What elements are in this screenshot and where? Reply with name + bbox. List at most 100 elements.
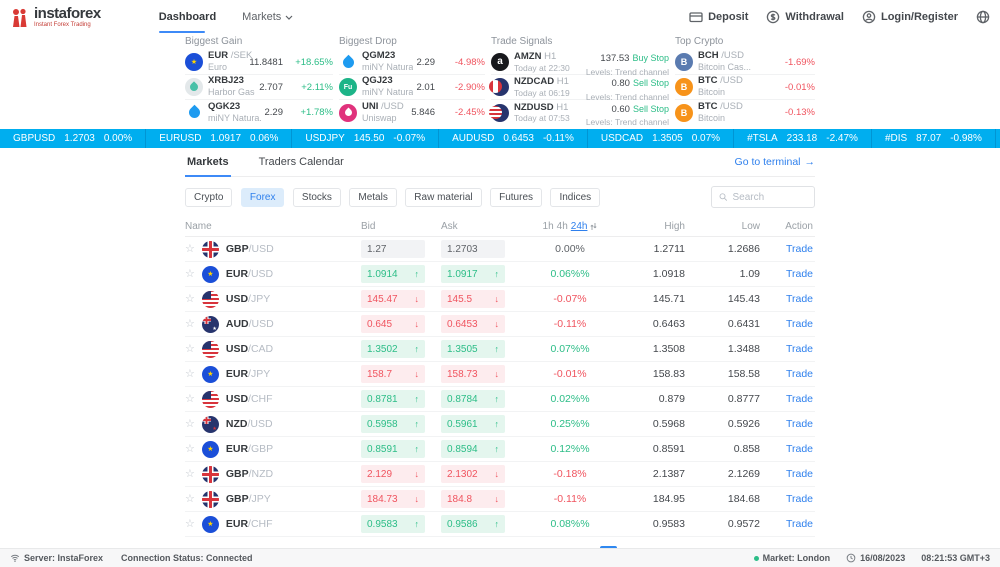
drop-item[interactable]: UNI /USD Uniswap 5.846 -2.45% — [339, 100, 485, 125]
trade-link[interactable]: Trade — [786, 243, 813, 255]
withdrawal-button[interactable]: Withdrawal — [766, 10, 844, 24]
deposit-button[interactable]: Deposit — [689, 10, 748, 24]
trade-link[interactable]: Trade — [786, 293, 813, 305]
chevron-down-icon — [285, 15, 293, 20]
filter-pill[interactable]: Stocks — [293, 188, 341, 207]
crypto-item[interactable]: BCH /USD Bitcoin Cas... -1.69% — [675, 50, 815, 75]
ticker-symbol: #DIS — [885, 133, 907, 144]
widget-title: Biggest Gain — [185, 36, 333, 47]
sort-icon[interactable] — [590, 222, 597, 231]
gain-item[interactable]: QGK23 miNY Natura... 2.29 +1.78% — [185, 100, 333, 125]
favorite-star-icon[interactable] — [185, 444, 195, 455]
crypto-item[interactable]: BTC /USD Bitcoin -0.13% — [675, 100, 815, 125]
trade-link[interactable]: Trade — [786, 393, 813, 405]
bid-quote-button[interactable]: 145.47 — [361, 290, 425, 308]
bid-quote-button[interactable]: 1.27 — [361, 240, 425, 258]
ask-quote-button[interactable]: 145.5 — [441, 290, 505, 308]
signal-item[interactable]: NZDCAD H1 Today at 06:19 0.80Sell Stop L… — [491, 75, 669, 100]
favorite-star-icon[interactable] — [185, 494, 195, 505]
favorite-star-icon[interactable] — [185, 519, 195, 530]
filter-pill[interactable]: Metals — [349, 188, 396, 207]
ticker-symbol: USDJPY — [305, 133, 344, 144]
nav-markets[interactable]: Markets — [242, 1, 293, 33]
filter-pill[interactable]: Futures — [490, 188, 542, 207]
favorite-star-icon[interactable] — [185, 469, 195, 480]
bid-quote-button[interactable]: 0.8591 — [361, 440, 425, 458]
ticker-quote[interactable]: #AMZN 137.77 -1.73% — [996, 129, 1000, 148]
trade-link[interactable]: Trade — [786, 418, 813, 430]
bid-quote-button[interactable]: 0.8781 — [361, 390, 425, 408]
filter-pill[interactable]: Indices — [550, 188, 600, 207]
nav-dashboard[interactable]: Dashboard — [159, 1, 216, 33]
favorite-star-icon[interactable] — [185, 269, 195, 280]
bid-quote-button[interactable]: 1.3502 — [361, 340, 425, 358]
go-to-terminal-link[interactable]: Go to terminal → — [735, 156, 815, 176]
ticker-quote[interactable]: GBPUSD 1.2703 0.00% — [0, 129, 146, 148]
ask-quote-button[interactable]: 1.2703 — [441, 240, 505, 258]
favorite-star-icon[interactable] — [185, 344, 195, 355]
signal-item[interactable]: NZDUSD H1 Today at 07:53 0.60Sell Stop L… — [491, 100, 669, 125]
ask-quote-button[interactable]: 0.8594 — [441, 440, 505, 458]
ask-quote-button[interactable]: 2.1302 — [441, 465, 505, 483]
ticker-quote[interactable]: EURUSD 1.0917 0.06% — [146, 129, 292, 148]
timeframe-option[interactable]: 24h — [571, 221, 588, 232]
trade-link[interactable]: Trade — [786, 318, 813, 330]
trade-link[interactable]: Trade — [786, 518, 813, 530]
ask-quote-button[interactable]: 0.5961 — [441, 415, 505, 433]
drop-item[interactable]: QGM23 miNY Natura... 2.29 -4.98% — [339, 50, 485, 75]
favorite-star-icon[interactable] — [185, 244, 195, 255]
gain-item[interactable]: EUR /SEK Euro 11.8481 +18.65% — [185, 50, 333, 75]
signal-item[interactable]: AMZN H1 Today at 22:30 137.53Buy Stop Le… — [491, 50, 669, 75]
ticker-quote[interactable]: #TSLA 233.18 -2.47% — [734, 129, 872, 148]
trade-link[interactable]: Trade — [786, 493, 813, 505]
search-input[interactable] — [732, 192, 807, 203]
ask-quote-button[interactable]: 158.73 — [441, 365, 505, 383]
instrument-value: 2.707 — [259, 82, 283, 93]
bid-quote-button[interactable]: 184.73 — [361, 490, 425, 508]
ticker-quote[interactable]: USDJPY 145.50 -0.07% — [292, 129, 439, 148]
ask-quote-button[interactable]: 184.8 — [441, 490, 505, 508]
bid-quote-button[interactable]: 2.129 — [361, 465, 425, 483]
timeframe-option[interactable]: 1h — [543, 221, 554, 232]
trade-link[interactable]: Trade — [786, 443, 813, 455]
bid-quote-button[interactable]: 0.9583 — [361, 515, 425, 533]
crypto-item[interactable]: BTC /USD Bitcoin -0.01% — [675, 75, 815, 100]
signal-price: 137.53 — [600, 53, 629, 64]
tab-markets[interactable]: Markets — [185, 156, 231, 176]
ticker-quote[interactable]: USDCAD 1.3505 0.07% — [588, 129, 734, 148]
ask-quote-button[interactable]: 1.3505 — [441, 340, 505, 358]
ask-quote-button[interactable]: 0.6453 — [441, 315, 505, 333]
favorite-star-icon[interactable] — [185, 394, 195, 405]
favorite-star-icon[interactable] — [185, 294, 195, 305]
bid-quote-button[interactable]: 0.645 — [361, 315, 425, 333]
trade-link[interactable]: Trade — [786, 468, 813, 480]
trade-link[interactable]: Trade — [786, 268, 813, 280]
filter-pill[interactable]: Crypto — [185, 188, 232, 207]
login-register-button[interactable]: Login/Register — [862, 10, 958, 24]
language-button[interactable] — [976, 10, 990, 24]
favorite-star-icon[interactable] — [185, 369, 195, 380]
ask-quote-button[interactable]: 1.0917 — [441, 265, 505, 283]
filter-pill[interactable]: Forex — [241, 188, 285, 207]
gain-item[interactable]: XRBJ23 Harbor Gaso... 2.707 +2.11% — [185, 75, 333, 100]
instaforex-logo[interactable]: instaforex Instant Forex Trading — [10, 6, 101, 28]
table-row: USD/JPY 145.47 145.5 -0.07% 145.71 14 — [185, 287, 815, 312]
tab-traders-calendar[interactable]: Traders Calendar — [257, 156, 346, 176]
ask-quote-button[interactable]: 0.9586 — [441, 515, 505, 533]
ask-value: 0.6453 — [447, 319, 478, 330]
filter-pill[interactable]: Raw material — [405, 188, 481, 207]
search-box[interactable] — [711, 186, 815, 208]
timeframe-option[interactable]: 4h — [557, 221, 568, 232]
trade-link[interactable]: Trade — [786, 368, 813, 380]
trade-link[interactable]: Trade — [786, 343, 813, 355]
ticker-quote[interactable]: #DIS 87.07 -0.98% — [872, 129, 996, 148]
favorite-star-icon[interactable] — [185, 319, 195, 330]
ask-quote-button[interactable]: 0.8784 — [441, 390, 505, 408]
ticker-quote[interactable]: AUDUSD 0.6453 -0.11% — [439, 129, 588, 148]
bid-quote-button[interactable]: 0.5958 — [361, 415, 425, 433]
drop-item[interactable]: QGJ23 miNY Natura... 2.01 -2.90% — [339, 75, 485, 100]
bid-quote-button[interactable]: 158.7 — [361, 365, 425, 383]
bid-quote-button[interactable]: 1.0914 — [361, 265, 425, 283]
favorite-star-icon[interactable] — [185, 419, 195, 430]
logo-title: instaforex — [34, 6, 101, 21]
